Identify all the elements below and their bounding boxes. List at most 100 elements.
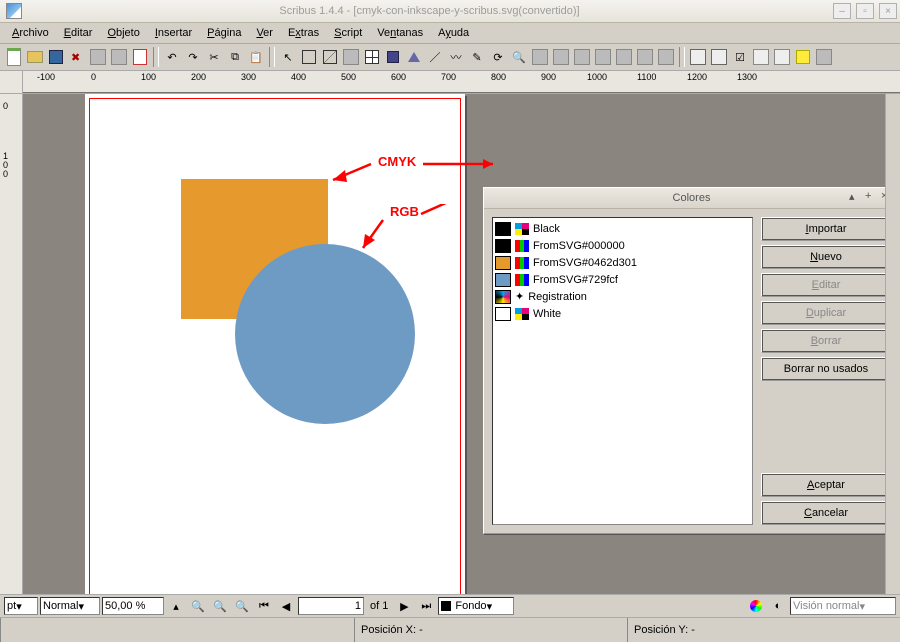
dialog-float-button[interactable]: + <box>865 190 879 202</box>
print-icon[interactable] <box>88 47 108 67</box>
zoom-icon[interactable]: 🔍 <box>509 47 529 67</box>
menu-ver[interactable]: Ver <box>250 25 279 41</box>
dialog-title: Colores <box>673 192 711 204</box>
delete-button[interactable]: Borrar <box>761 329 891 353</box>
first-page-icon[interactable]: ⏮ <box>254 596 274 616</box>
vision-select[interactable]: Visión normal ▾ <box>790 597 896 615</box>
next-page-icon[interactable]: ▶ <box>394 596 414 616</box>
zoom-100-icon[interactable]: 🔍 <box>210 596 230 616</box>
menu-insertar[interactable]: Insertar <box>149 25 198 41</box>
menu-script[interactable]: Script <box>328 25 368 41</box>
last-page-icon[interactable]: ⏭ <box>416 596 436 616</box>
layer-select[interactable]: Fondo ▾ <box>438 597 514 615</box>
menu-objeto[interactable]: Objeto <box>101 25 145 41</box>
pdf-list-icon[interactable] <box>772 47 792 67</box>
menu-editar[interactable]: Editar <box>58 25 99 41</box>
copy-icon[interactable]: ⧉ <box>225 47 245 67</box>
minimize-button[interactable]: – <box>833 3 851 19</box>
pdf-text-icon[interactable] <box>709 47 729 67</box>
copy-props-icon[interactable] <box>635 47 655 67</box>
close-icon[interactable]: ✖ <box>67 47 87 67</box>
zoom-in-icon[interactable]: 🔍 <box>232 596 252 616</box>
edit-contents-icon[interactable] <box>530 47 550 67</box>
menu-archivo[interactable]: Archivo <box>6 25 55 41</box>
save-icon[interactable] <box>46 47 66 67</box>
table-icon[interactable] <box>362 47 382 67</box>
close-button[interactable]: × <box>879 3 897 19</box>
ruler-horizontal[interactable]: -100010020030040050060070080090010001100… <box>23 71 900 94</box>
scrollbar-vertical[interactable] <box>885 94 900 594</box>
paste-icon[interactable]: 📋 <box>246 47 266 67</box>
swatch-icon <box>495 290 511 304</box>
svg-text:100: 100 <box>141 72 156 82</box>
rgb-icon <box>515 257 529 269</box>
page-input[interactable]: 1 <box>298 597 364 615</box>
duplicate-button[interactable]: Duplicar <box>761 301 891 325</box>
cms-icon[interactable] <box>746 596 766 616</box>
ruler-origin[interactable] <box>0 71 23 94</box>
color-row[interactable]: FromSVG#0462d301 <box>495 254 750 271</box>
edit-button[interactable]: Editar <box>761 273 891 297</box>
dialog-titlebar[interactable]: Colores ▴ + × <box>484 188 899 209</box>
status-empty <box>0 618 354 642</box>
line-icon[interactable]: ／ <box>425 47 445 67</box>
accept-button[interactable]: Aceptar <box>761 473 891 497</box>
view-mode-select[interactable]: Normal ▾ <box>40 597 100 615</box>
delete-unused-button[interactable]: Borrar no usados <box>761 357 891 381</box>
color-row[interactable]: FromSVG#729fcf <box>495 271 750 288</box>
open-icon[interactable] <box>25 47 45 67</box>
select-icon[interactable]: ↖ <box>278 47 298 67</box>
zoom-spinner[interactable]: ▴ <box>166 596 186 616</box>
saveas-icon[interactable] <box>130 47 150 67</box>
menu-ventanas[interactable]: Ventanas <box>371 25 429 41</box>
cancel-button[interactable]: Cancelar <box>761 501 891 525</box>
color-row[interactable]: FromSVG#000000 <box>495 237 750 254</box>
redo-icon[interactable]: ↷ <box>183 47 203 67</box>
preview-icon[interactable]: ◐ <box>768 596 788 616</box>
pdf-annot-icon[interactable] <box>793 47 813 67</box>
freehand-icon[interactable]: ✎ <box>467 47 487 67</box>
pdf-combo-icon[interactable] <box>751 47 771 67</box>
ruler-vertical[interactable]: 0100 <box>0 94 23 594</box>
new-icon[interactable] <box>4 47 24 67</box>
pdf-link-icon[interactable] <box>814 47 834 67</box>
bottom-bar: pt ▾ Normal ▾ 50,00 % ▴ 🔍 🔍 🔍 ⏮ ◀ 1 of 1… <box>0 594 900 617</box>
render-frame-icon[interactable] <box>341 47 361 67</box>
preflight-icon[interactable] <box>109 47 129 67</box>
link-frames-icon[interactable] <box>572 47 592 67</box>
maximize-button[interactable]: ▫ <box>856 3 874 19</box>
shape-icon[interactable] <box>383 47 403 67</box>
color-row[interactable]: ✦Registration <box>495 288 750 305</box>
new-button[interactable]: Nuevo <box>761 245 891 269</box>
unit-select[interactable]: pt ▾ <box>4 597 38 615</box>
undo-icon[interactable]: ↶ <box>162 47 182 67</box>
svg-text:300: 300 <box>241 72 256 82</box>
color-row[interactable]: Black <box>495 220 750 237</box>
window-title: Scribus 1.4.4 - [cmyk-con-inkscape-y-scr… <box>28 5 831 17</box>
canvas[interactable]: CMYK RGB Colores ▴ + <box>23 94 900 594</box>
menu-extras[interactable]: Extras <box>282 25 325 41</box>
image-frame-icon[interactable] <box>320 47 340 67</box>
zoom-input[interactable]: 50,00 % <box>102 597 164 615</box>
menu-ayuda[interactable]: Ayuda <box>432 25 475 41</box>
menu-pagina[interactable]: Página <box>201 25 247 41</box>
svg-text:-100: -100 <box>37 72 55 82</box>
prev-page-icon[interactable]: ◀ <box>276 596 296 616</box>
eyedropper-icon[interactable] <box>656 47 676 67</box>
polygon-icon[interactable] <box>404 47 424 67</box>
blue-circle[interactable] <box>235 244 415 424</box>
measure-icon[interactable] <box>614 47 634 67</box>
color-list[interactable]: Black FromSVG#000000 FromSVG#0462d301 Fr… <box>492 217 753 525</box>
color-row[interactable]: White <box>495 305 750 322</box>
cut-icon[interactable]: ✂ <box>204 47 224 67</box>
pdf-push-icon[interactable] <box>688 47 708 67</box>
import-button[interactable]: Importar <box>761 217 891 241</box>
unlink-frames-icon[interactable] <box>593 47 613 67</box>
rotate-icon[interactable]: ⟳ <box>488 47 508 67</box>
text-frame-icon[interactable] <box>299 47 319 67</box>
dialog-shade-button[interactable]: ▴ <box>849 190 863 202</box>
edit-text-icon[interactable] <box>551 47 571 67</box>
zoom-out-icon[interactable]: 🔍 <box>188 596 208 616</box>
pdf-check-icon[interactable]: ☑ <box>730 47 750 67</box>
bezier-icon[interactable]: 〰 <box>446 47 466 67</box>
